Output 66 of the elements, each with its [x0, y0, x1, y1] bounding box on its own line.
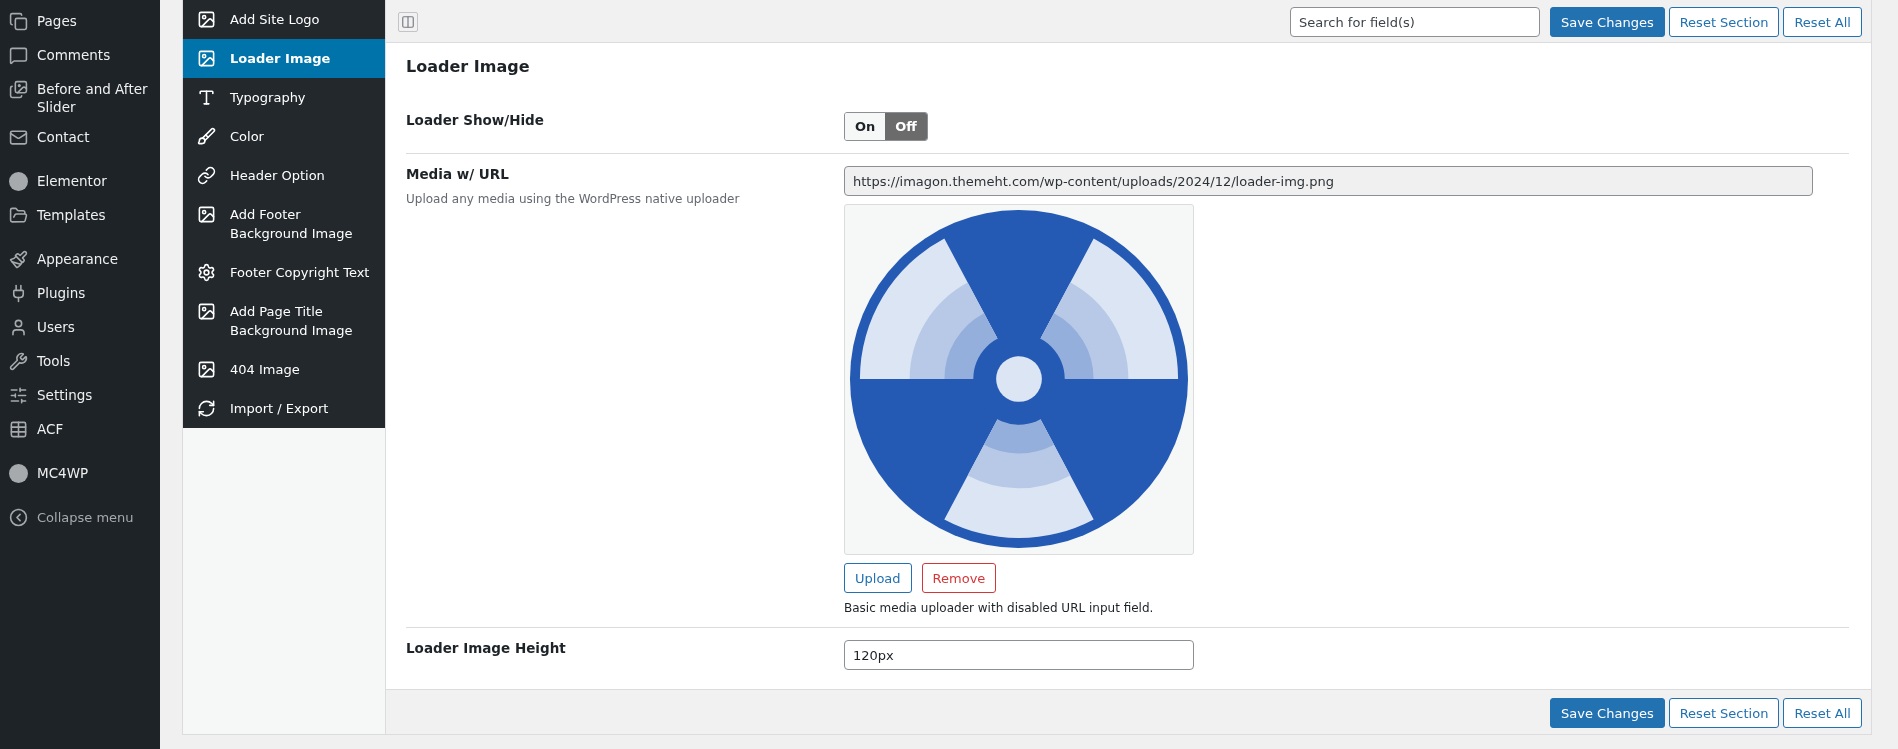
options-nav-item[interactable]: 404 Image — [183, 350, 385, 389]
reset-button[interactable]: Reset All — [1783, 7, 1862, 37]
gallery-icon — [9, 80, 28, 99]
collapse-menu-button[interactable]: Collapse menu — [0, 502, 160, 533]
collapse-icon — [9, 508, 28, 527]
url-field[interactable]: https://imagon.themeht.com/wp-content/uploads/2024/12/loader-img.png — [844, 166, 1813, 196]
field-label: Loader Show/Hide — [406, 112, 545, 128]
admin-menu-item[interactable]: Contact — [0, 122, 160, 156]
admin-menu-item[interactable]: MC4WP — [0, 458, 160, 492]
letter-icon — [197, 88, 216, 107]
table-icon — [9, 420, 28, 439]
field-note: Basic media uploader with disabled URL input field. — [844, 601, 1154, 615]
comments-icon — [9, 46, 28, 65]
admin-menu-item[interactable]: Settings — [0, 380, 160, 414]
folder-icon — [9, 206, 28, 225]
layout-icon[interactable] — [398, 12, 418, 32]
options-nav-item[interactable]: Header Option — [183, 156, 385, 195]
link-icon — [197, 166, 216, 185]
image-icon — [197, 10, 216, 29]
image-icon — [197, 205, 216, 224]
admin-menu-item[interactable]: Users — [0, 312, 160, 346]
image-icon — [197, 302, 216, 321]
brush-icon — [197, 127, 216, 146]
on-off-switch[interactable]: On Off — [844, 112, 928, 141]
gear-icon — [197, 263, 216, 282]
mail-icon — [9, 128, 28, 147]
sliders-icon — [9, 386, 28, 405]
admin-menu-item[interactable]: ACF — [0, 414, 160, 448]
admin-menu-item[interactable]: Pages — [0, 6, 160, 40]
switch-option[interactable]: On — [845, 113, 886, 140]
save-button[interactable]: Save Changes — [1550, 698, 1665, 728]
remove-button[interactable]: Remove — [921, 563, 997, 593]
admin-menu-item[interactable]: Tools — [0, 346, 160, 380]
options-nav-item[interactable]: Import / Export — [183, 389, 385, 428]
reset-button[interactable]: Reset Section — [1668, 698, 1780, 728]
admin-menu-item[interactable]: Plugins — [0, 278, 160, 312]
reset-button[interactable]: Reset All — [1783, 698, 1862, 728]
admin-menu-item[interactable]: Templates — [0, 200, 160, 234]
admin-menu-item[interactable]: Before and After Slider — [0, 74, 160, 122]
image-icon — [197, 360, 216, 379]
wrench-icon — [9, 352, 28, 371]
field-description: Upload any media using the WordPress native uploader — [406, 192, 741, 206]
user-icon — [9, 318, 28, 337]
options-nav-item[interactable]: Typography — [183, 78, 385, 117]
refresh-icon — [197, 399, 216, 418]
search-field[interactable]: Search for field(s) — [1290, 7, 1541, 37]
options-nav-item[interactable]: Add Site Logo — [183, 0, 385, 39]
height-field[interactable]: 120px — [844, 640, 1194, 670]
save-button[interactable]: Save Changes — [1550, 7, 1665, 37]
options-nav-item[interactable]: Add Footer Background Image — [183, 195, 385, 253]
upload-button[interactable]: Upload — [844, 563, 912, 593]
options-nav-item[interactable]: Color — [183, 117, 385, 156]
admin-menu-item[interactable]: Comments — [0, 40, 160, 74]
brush-icon — [9, 250, 28, 269]
options-nav-item[interactable]: Add Page Title Background Image — [183, 292, 385, 350]
admin-menu-item[interactable]: Appearance — [0, 244, 160, 278]
image-icon — [197, 49, 216, 68]
field-label: Loader Image Height — [406, 640, 567, 656]
options-nav-item[interactable]: Footer Copyright Text — [183, 253, 385, 292]
switch-option[interactable]: Off — [885, 113, 927, 140]
field-label: Media w/ URL — [406, 166, 510, 182]
options-nav-item[interactable]: Loader Image — [183, 39, 385, 78]
pages-icon — [9, 12, 28, 31]
admin-menu-item[interactable]: Elementor — [0, 166, 160, 200]
reset-button[interactable]: Reset Section — [1668, 7, 1780, 37]
section-title: Loader Image — [406, 57, 531, 76]
